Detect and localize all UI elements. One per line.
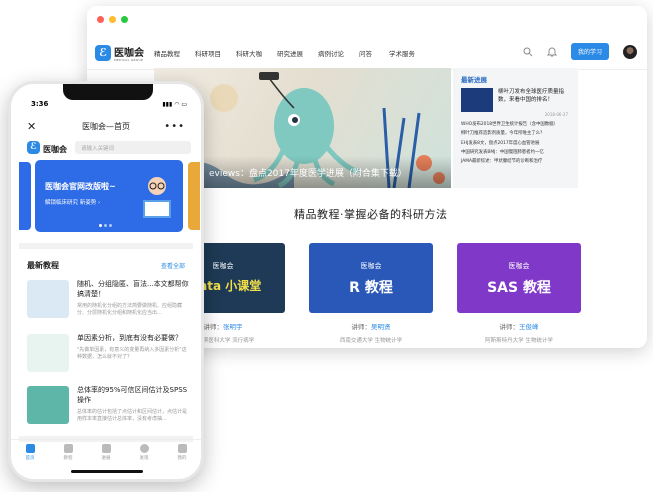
news-item[interactable]: 中国研究发表BMJ：中国慢阻肺患者约一亿 (461, 148, 578, 157)
course-lecturer: 讲师：吴明贤 (351, 323, 391, 331)
course-logo: 医咖会 (508, 262, 530, 270)
profile-icon (177, 444, 187, 453)
news-date: 2018-06-27 (544, 112, 568, 117)
status-icons: ▮▮▮ ◠ ▭ (162, 101, 187, 108)
reader-illustration (143, 177, 171, 218)
phone-header: ✕ 医咖会—首页 ••• (11, 115, 201, 137)
tab-discover[interactable]: 发现 (139, 440, 149, 467)
news-list: WHO发布2018世界卫生统计报告（含中国数据） 柳叶刀推荐造影剂质量，今年所唯… (461, 120, 578, 166)
window-controls (97, 16, 128, 23)
tab-progress[interactable]: 进展 (101, 440, 111, 467)
news-item[interactable]: JAMA最新综述：甲状腺结节的诊断和治疗 (461, 157, 578, 166)
article-title: 总体率的95%可信区间估计及SPSS操作 (77, 386, 188, 404)
home-indicator (71, 470, 143, 473)
more-icon[interactable]: ••• (164, 121, 185, 132)
nav-item[interactable]: 学术服务 (389, 48, 430, 58)
brand-logo[interactable]: ℰ 医咖会 (27, 139, 67, 155)
article-item[interactable]: 单因素分析，到底有没有必要做？ "先做单因素，有意义的变量再纳入多因素分析"这种… (27, 334, 189, 372)
article-item[interactable]: 总体率的95%可信区间估计及SPSS操作 总体率的估计包括了点估计和区间估计，点… (27, 386, 189, 424)
status-time: 3:36 (31, 100, 49, 108)
course-card-sas[interactable]: 医咖会 SAS 教程 (457, 243, 581, 313)
phone-search-row: ℰ 医咖会 请输入关键词 (27, 139, 191, 155)
course-logo: 医咖会 (360, 262, 382, 270)
doctor-thumbnail (27, 280, 69, 318)
close-dot-icon[interactable] (97, 16, 104, 23)
nav-menu: 精品教程 科研项目 科研大咖 研究进展 病例讨论 问答 学术服务 (154, 48, 430, 58)
course-institution: 阿斯斯特丹大学 生物统计学 (485, 338, 553, 344)
document-icon (101, 444, 111, 453)
phone-banner[interactable]: 医咖会官网改版啦~ 解锁临床研究 新姿势 › (35, 160, 183, 232)
nav-item[interactable]: 科研大咖 (236, 48, 277, 58)
nav-item[interactable]: 精品教程 (154, 48, 195, 58)
nav-item[interactable]: 科研项目 (195, 48, 236, 58)
course-institution: 西南交通大学 生物统计学 (339, 338, 403, 344)
tab-tutorials[interactable]: 教程 (63, 440, 73, 467)
course-card-r[interactable]: 医咖会 R 教程 (309, 243, 433, 313)
logo-icon: ℰ (95, 44, 111, 61)
article-desc: 常用的随机化分组的方法简要做随机、应组隐藏分、分层随机化分组和随机化应当出... (77, 302, 183, 317)
nav-item[interactable]: 病例讨论 (318, 48, 359, 58)
banner-subtitle: 解锁临床研究 新姿势 › (45, 200, 101, 206)
tab-me[interactable]: 我的 (177, 440, 187, 467)
news-heading: 最新进展 (461, 76, 487, 84)
nav-item[interactable]: 研究进展 (277, 48, 318, 58)
course-name: SAS 教程 (487, 280, 551, 296)
banner-title: 医咖会官网改版啦~ (45, 182, 116, 191)
tab-home[interactable]: 首页 (25, 440, 35, 467)
nav-item[interactable]: 问答 (359, 48, 389, 58)
brand-name: 医咖会 (43, 145, 67, 154)
carousel-prev-slide[interactable] (19, 162, 31, 230)
article-desc: 总体率的估计包括了点估计和区间估计，点估计是用样本率直接估计总体率，没有考虑抽.… (77, 408, 188, 423)
my-study-button[interactable]: 我的学习 (570, 43, 609, 60)
analysis-thumbnail (27, 334, 69, 372)
home-icon (25, 444, 35, 453)
search-icon[interactable] (523, 47, 533, 57)
logo-icon: ℰ (27, 140, 40, 154)
top-nav: ℰ 医咖会 MEDICAL GROUP 精品教程 科研项目 科研大咖 研究进展 … (87, 36, 647, 70)
grid-icon (63, 444, 73, 453)
article-desc: "先做单因素，有意义的变量再纳入多因素分析"这种数据，怎么就不对了？ (77, 346, 187, 361)
article-title: 随机、分组隐匿、盲法...本文都帮你搞清楚！ (77, 280, 189, 298)
news-sidebar: 最新进展 柳叶刀发布全球医疗质量指数，来看中国的排名！ 2018-06-27 W… (453, 68, 578, 188)
brand-sub: MEDICAL GROUP (114, 58, 144, 62)
compass-icon (139, 444, 149, 453)
carousel-next-slide[interactable] (188, 162, 200, 230)
search-input[interactable]: 请输入关键词 (75, 140, 191, 154)
news-item[interactable]: EHJ发表8文，盘点2017年度心血管进展 (461, 139, 578, 148)
bell-icon[interactable] (546, 46, 557, 57)
divider (19, 243, 193, 249)
who-thumbnail (461, 88, 493, 112)
see-all-link[interactable]: 查看全部 (161, 261, 185, 270)
minimize-dot-icon[interactable] (109, 16, 116, 23)
news-item[interactable]: WHO发布2018世界卫生统计报告（含中国数据） (461, 120, 578, 129)
latest-section-title: 最新教程 (27, 261, 59, 270)
chart-thumbnail (27, 386, 69, 424)
phone-title: 医咖会—首页 (82, 121, 130, 131)
news-item[interactable]: 柳叶刀推荐造影剂质量，今年所唯主了么？ (461, 129, 578, 138)
close-icon[interactable]: ✕ (27, 120, 36, 133)
article-title: 单因素分析，到底有没有必要做？ (77, 334, 182, 342)
article-item[interactable]: 随机、分组隐匿、盲法...本文都帮你搞清楚！ 常用的随机化分组的方法简要做随机、… (27, 280, 189, 318)
course-name: R 教程 (349, 280, 393, 296)
phone-frame: 3:36 ▮▮▮ ◠ ▭ ✕ 医咖会—首页 ••• ℰ 医咖会 请输入关键词 医… (8, 81, 204, 482)
news-top-item[interactable]: 柳叶刀发布全球医疗质量指数，来看中国的排名！ (461, 88, 578, 112)
section-title: 精品教程·掌握必备的科研方法 (294, 208, 448, 221)
course-lecturer: 讲师：王俊峰 (499, 323, 539, 331)
brand-logo[interactable]: ℰ 医咖会 MEDICAL GROUP (95, 43, 144, 62)
avatar[interactable] (623, 44, 637, 59)
maximize-dot-icon[interactable] (121, 16, 128, 23)
phone-notch (63, 84, 153, 100)
news-top-title[interactable]: 柳叶刀发布全球医疗质量指数，来看中国的排名！ (498, 88, 568, 112)
bottom-tab-bar: 首页 教程 进展 发现 我的 (11, 439, 201, 467)
carousel-dots (99, 224, 112, 227)
